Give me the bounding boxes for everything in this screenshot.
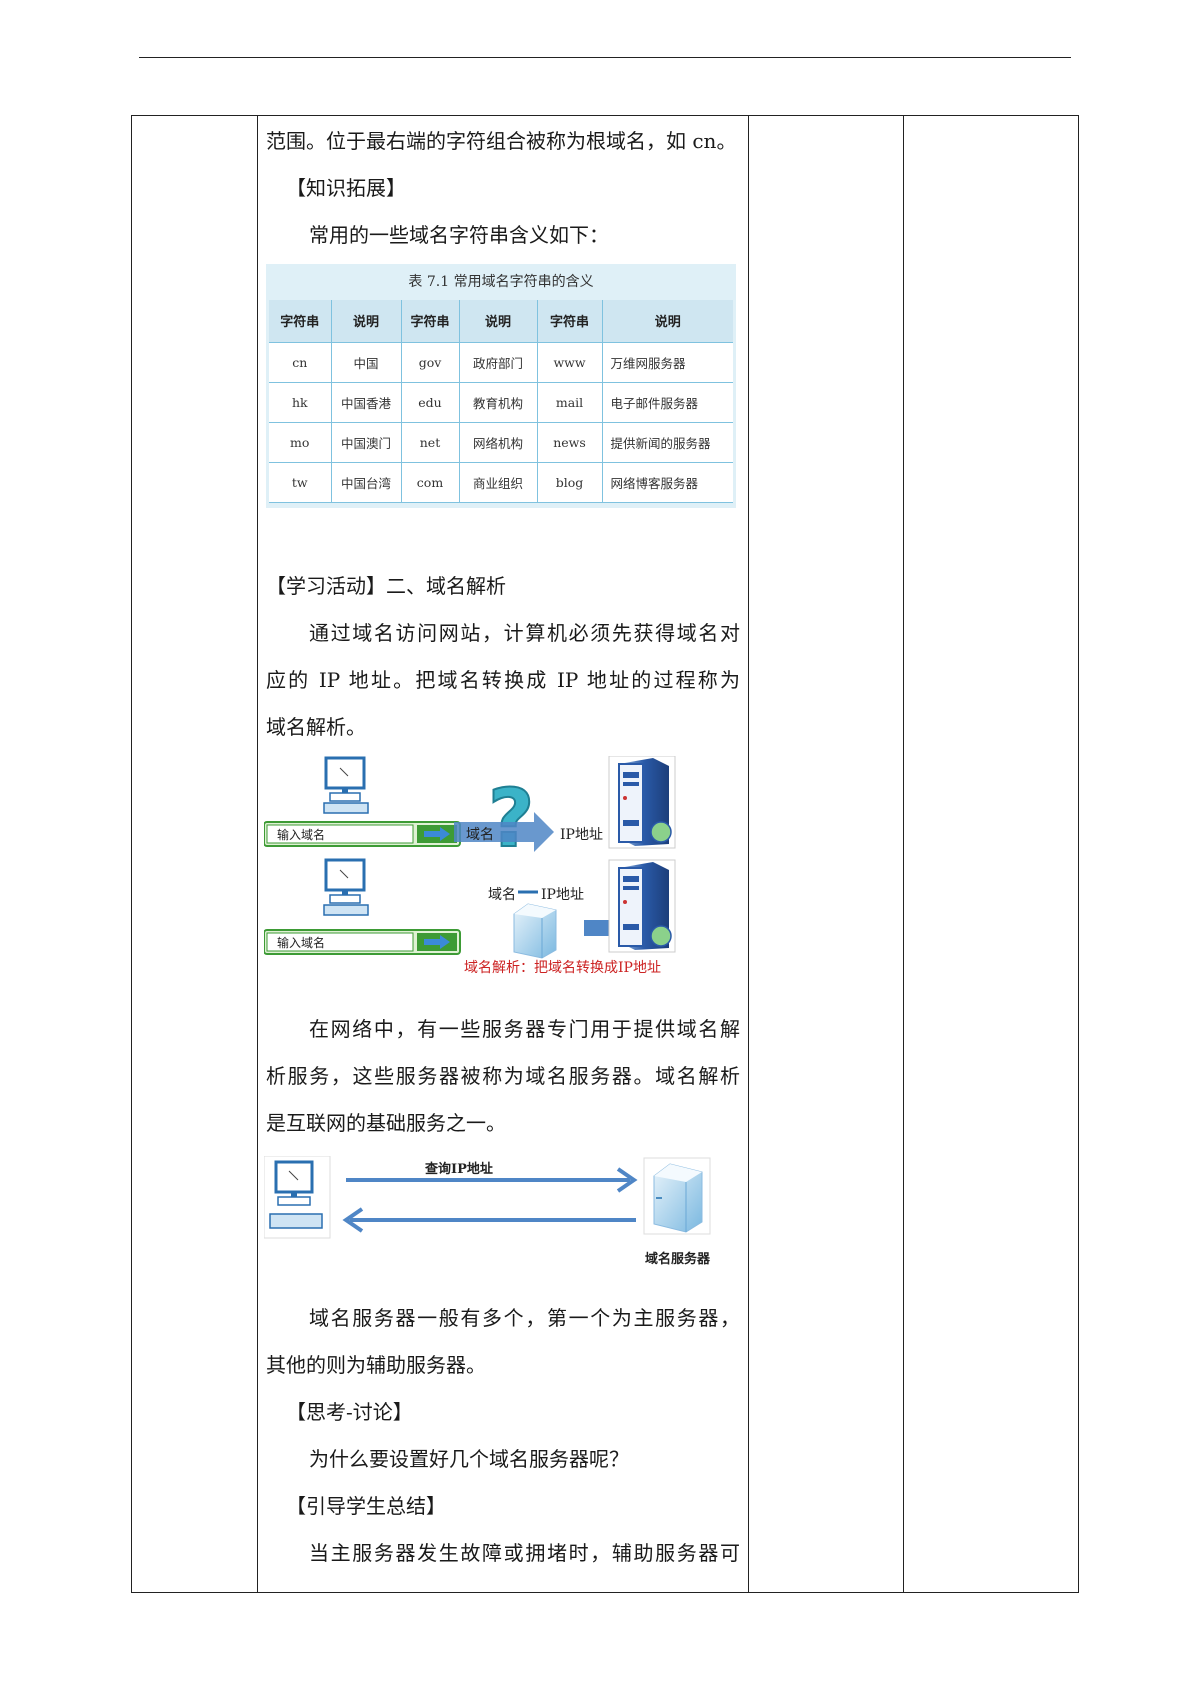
- column-divider-1: [257, 116, 258, 1592]
- question-mark-icon: ?: [487, 771, 535, 866]
- table-cell: hk: [269, 382, 332, 423]
- table-cell: 万维网服务器: [602, 342, 733, 383]
- heading-knowledge-extension: 【知识拓展】: [286, 176, 406, 200]
- table-cell: 中国: [331, 342, 402, 383]
- table-cell: mail: [537, 382, 603, 423]
- table-cell: www: [537, 342, 603, 383]
- computer-icon: [263, 1155, 331, 1239]
- table-cell: 商业组织: [459, 462, 538, 503]
- table-row: tw 中国台湾 com 商业组织 blog 网络博客服务器: [269, 462, 733, 503]
- figure-caption: 域名解析：把域名转换成IP地址: [464, 960, 661, 976]
- table-cell: 网络博客服务器: [602, 462, 733, 503]
- computer-icon: [323, 756, 369, 814]
- table-cell: 电子邮件服务器: [602, 382, 733, 423]
- server-icon: [608, 755, 676, 849]
- column-divider-2: [748, 116, 749, 1592]
- domain-table-caption: 表 7.1 常用域名字符串的含义: [408, 274, 594, 290]
- column-header: 字符串: [401, 300, 460, 343]
- paragraph-dns-line1: 在网络中，有一些服务器专门用于提供域名解: [309, 1017, 740, 1041]
- paragraph-question: 为什么要设置好几个域名服务器呢？: [309, 1447, 629, 1471]
- domain-resolution-illustration: ?: [263, 755, 676, 959]
- paragraph-dns-line2: 析服务，这些服务器被称为域名服务器。域名解析: [266, 1064, 740, 1088]
- table-cell: 中国台湾: [331, 462, 402, 503]
- domain-resolution-figure: ? 输入域名 输入域名 域名 IP地址 域名 IP地址 域名解析：把域名转换成I…: [263, 755, 744, 986]
- dns-server-label: 域名服务器: [645, 1252, 711, 1267]
- table-cell: edu: [401, 382, 460, 423]
- header-rule: [139, 57, 1071, 58]
- ip-address-label: IP地址: [560, 827, 603, 843]
- domain-table-panel: 表 7.1 常用域名字符串的含义 字符串 说明 字符串 说明 字符串 说明 cn…: [266, 264, 736, 508]
- heading-student-summary: 【引导学生总结】: [286, 1494, 446, 1518]
- dns-query-figure: 查询IP地址 域名服务器: [263, 1155, 734, 1268]
- svg-text:?: ?: [488, 772, 534, 865]
- input-domain-label: 输入域名: [277, 936, 326, 950]
- computer-icon: [323, 858, 369, 916]
- domain-table-header-row: 字符串 说明 字符串 说明 字符串 说明: [269, 300, 733, 343]
- server-icon: [608, 859, 676, 953]
- table-cell: blog: [537, 462, 603, 503]
- paragraph-servers-line1: 域名服务器一般有多个，第一个为主服务器，: [309, 1306, 740, 1330]
- table-cell: 教育机构: [459, 382, 538, 423]
- paragraph-servers-line2: 其他的则为辅助服务器。: [266, 1353, 486, 1377]
- table-row: cn 中国 gov 政府部门 www 万维网服务器: [269, 342, 733, 383]
- table-cell: 中国香港: [331, 382, 402, 423]
- input-domain-label: 输入域名: [277, 828, 326, 842]
- paragraph-resolution-line3: 域名解析。: [266, 715, 366, 739]
- table-cell: tw: [269, 462, 332, 503]
- table-cell: 政府部门: [459, 342, 538, 383]
- table-cell: 提供新闻的服务器: [602, 422, 733, 463]
- table-cell: cn: [269, 342, 332, 383]
- table-row: mo 中国澳门 net 网络机构 news 提供新闻的服务器: [269, 422, 733, 463]
- column-divider-3: [903, 116, 904, 1592]
- table-cell: net: [401, 422, 460, 463]
- table-cell: com: [401, 462, 460, 503]
- heading-think-discuss: 【思考-讨论】: [286, 1400, 413, 1424]
- column-header: 说明: [331, 300, 402, 343]
- dns-server-cube-icon: [643, 1157, 711, 1235]
- table-cell: gov: [401, 342, 460, 383]
- table-row: hk 中国香港 edu 教育机构 mail 电子邮件服务器: [269, 382, 733, 423]
- dns-server-cube-icon: [513, 903, 557, 959]
- domain-label: 域名: [466, 827, 494, 843]
- paragraph-root-domain: 范围。位于最右端的字符组合被称为根域名，如 cn。: [266, 129, 737, 153]
- mapping-ip-label: IP地址: [541, 887, 584, 903]
- paragraph-resolution-line1: 通过域名访问网站，计算机必须先获得域名对: [309, 621, 740, 645]
- paragraph-resolution-line2: 应的 IP 地址。把域名转换成 IP 地址的过程称为: [266, 668, 740, 692]
- table-cell: 网络机构: [459, 422, 538, 463]
- paragraph-dns-line3: 是互联网的基础服务之一。: [266, 1111, 506, 1135]
- mapping-domain-label: 域名: [488, 887, 516, 903]
- paragraph-domain-strings-intro: 常用的一些域名字符串含义如下：: [309, 223, 609, 247]
- table-cell: mo: [269, 422, 332, 463]
- column-header: 字符串: [269, 300, 332, 343]
- column-header: 说明: [459, 300, 538, 343]
- domain-table: 字符串 说明 字符串 说明 字符串 说明 cn 中国 gov 政府部门 www …: [269, 300, 733, 503]
- table-cell: 中国澳门: [331, 422, 402, 463]
- heading-learning-activity: 【学习活动】二、域名解析: [266, 574, 506, 598]
- query-ip-label: 查询IP地址: [425, 1162, 493, 1177]
- table-cell: news: [537, 422, 603, 463]
- paragraph-summary-answer: 当主服务器发生故障或拥堵时，辅助服务器可: [309, 1541, 740, 1565]
- column-header: 说明: [602, 300, 733, 343]
- column-header: 字符串: [537, 300, 603, 343]
